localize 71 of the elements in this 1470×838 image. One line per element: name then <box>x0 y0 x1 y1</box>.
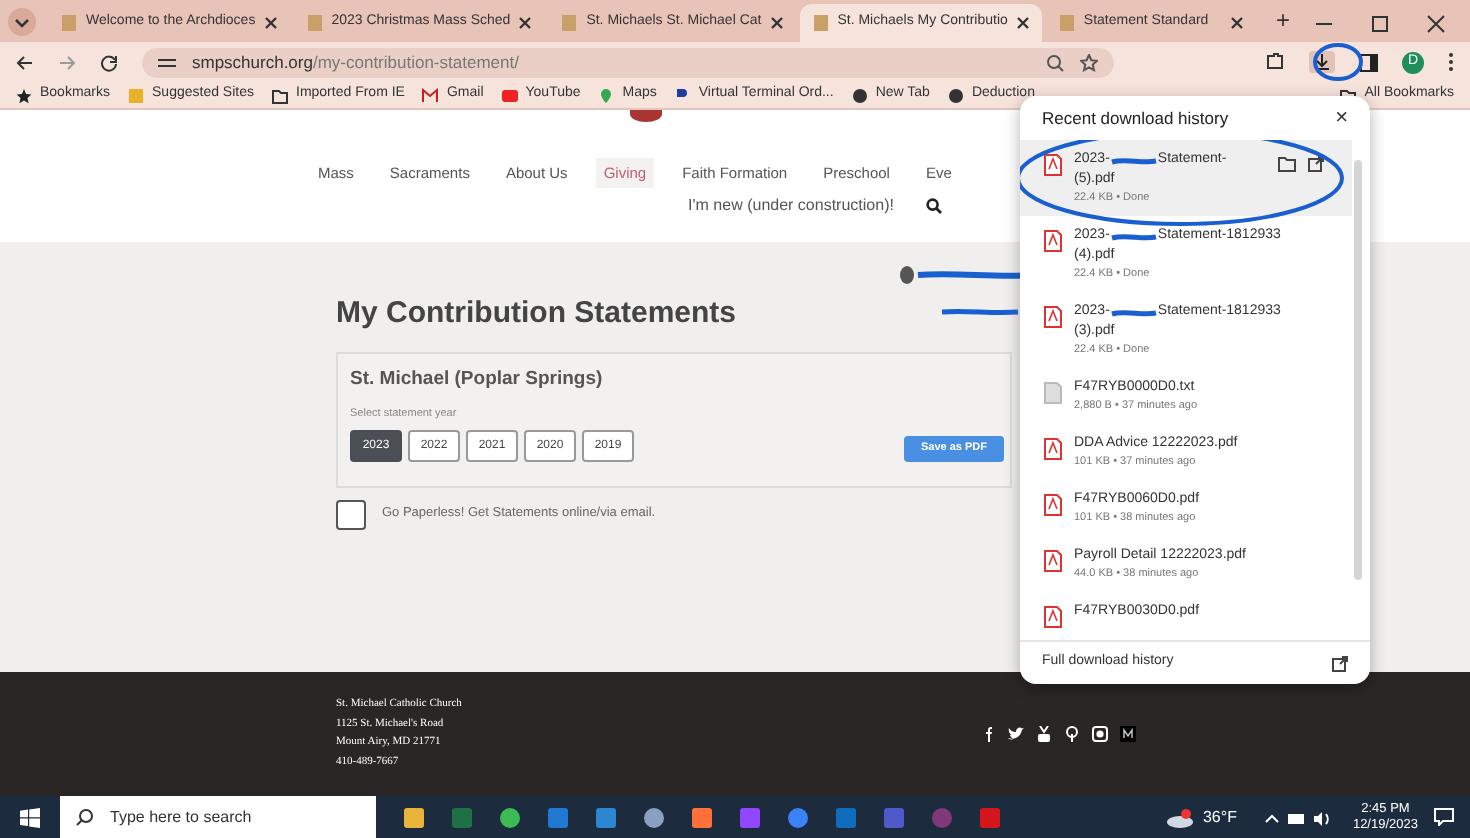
address-bar[interactable]: smpschurch.org/my-contribution-statement/ <box>142 47 1114 77</box>
bookmark-icon <box>674 87 691 103</box>
site-settings-icon <box>158 55 176 69</box>
close-icon[interactable] <box>263 16 278 30</box>
close-icon[interactable] <box>1229 16 1244 30</box>
social-icon[interactable] <box>1064 726 1080 742</box>
open-external-icon[interactable] <box>1332 655 1348 671</box>
bookmark-icon <box>501 87 518 103</box>
close-icon[interactable] <box>518 16 533 30</box>
page-icon <box>305 14 324 32</box>
pdf-file-icon <box>1044 606 1062 628</box>
back-arrow-icon[interactable] <box>16 53 34 71</box>
page-icon <box>1057 14 1076 32</box>
app-icon[interactable] <box>546 805 570 829</box>
social-icon[interactable] <box>1036 726 1052 742</box>
social-icon[interactable] <box>1008 726 1024 742</box>
redaction-scribble <box>940 306 1020 318</box>
close-icon[interactable] <box>1426 14 1446 34</box>
bookmark-icon <box>16 87 32 103</box>
parish-name: St. Michael (Poplar Springs) <box>350 365 605 393</box>
app-icon[interactable] <box>786 805 810 829</box>
text-file-icon <box>1044 382 1062 404</box>
page-icon <box>560 14 579 32</box>
page-heading: My Contribution Statements <box>336 294 737 334</box>
page-icon <box>811 14 830 32</box>
placeholder-text: Type here to search <box>110 805 252 829</box>
app-icon[interactable] <box>642 805 666 829</box>
maximize-icon[interactable] <box>1370 14 1390 34</box>
extension-icon[interactable] <box>1264 52 1284 72</box>
folder-icon[interactable] <box>1278 156 1296 172</box>
new-tab-button[interactable]: + <box>1259 2 1306 38</box>
menu-caret-icon[interactable] <box>8 8 36 36</box>
windows-start-icon[interactable] <box>20 807 40 827</box>
pdf-file-icon <box>1044 494 1062 516</box>
more-icon[interactable] <box>1448 52 1454 72</box>
app-icon[interactable] <box>594 805 618 829</box>
social-icon[interactable] <box>1120 726 1136 742</box>
close-icon[interactable] <box>1015 16 1030 30</box>
pdf-file-icon <box>1044 306 1062 328</box>
user-avatar-icon <box>900 266 914 284</box>
search-icon <box>76 808 94 826</box>
logo-icon <box>629 110 661 122</box>
notification-icon[interactable] <box>1434 808 1454 826</box>
panel-title: Recent download history <box>1042 105 1229 131</box>
pdf-file-icon <box>1044 230 1062 252</box>
bookmark-icon <box>947 87 964 103</box>
bookmark-icon <box>598 87 615 103</box>
open-external-icon[interactable] <box>1308 156 1324 172</box>
bookmark-icon <box>128 87 145 103</box>
bookmark-icon <box>851 87 868 103</box>
paperless-checkbox[interactable] <box>336 499 366 529</box>
close-button[interactable]: × <box>1335 101 1348 135</box>
page-icon <box>60 14 78 32</box>
close-icon[interactable] <box>769 16 784 30</box>
star-icon[interactable] <box>1080 53 1098 71</box>
reload-icon[interactable] <box>100 53 118 71</box>
search-icon[interactable] <box>925 198 942 215</box>
pdf-file-icon <box>1044 438 1062 460</box>
pdf-file-icon <box>1044 550 1062 572</box>
pdf-file-icon <box>1044 154 1062 176</box>
nav-link[interactable]: I'm new (under construction)! <box>688 194 894 219</box>
social-icon[interactable] <box>980 726 996 742</box>
bookmark-icon <box>422 87 439 103</box>
app-icon[interactable] <box>690 805 714 829</box>
app-icon[interactable] <box>402 805 426 829</box>
temperature-text: 36°F <box>1202 805 1237 829</box>
taskbar-search-field[interactable]: Type here to search <box>60 796 376 838</box>
app-icon[interactable] <box>738 805 762 829</box>
weather-cloud-icon <box>1166 807 1195 827</box>
bookmark-icon <box>272 87 288 103</box>
app-icon[interactable] <box>498 805 522 829</box>
